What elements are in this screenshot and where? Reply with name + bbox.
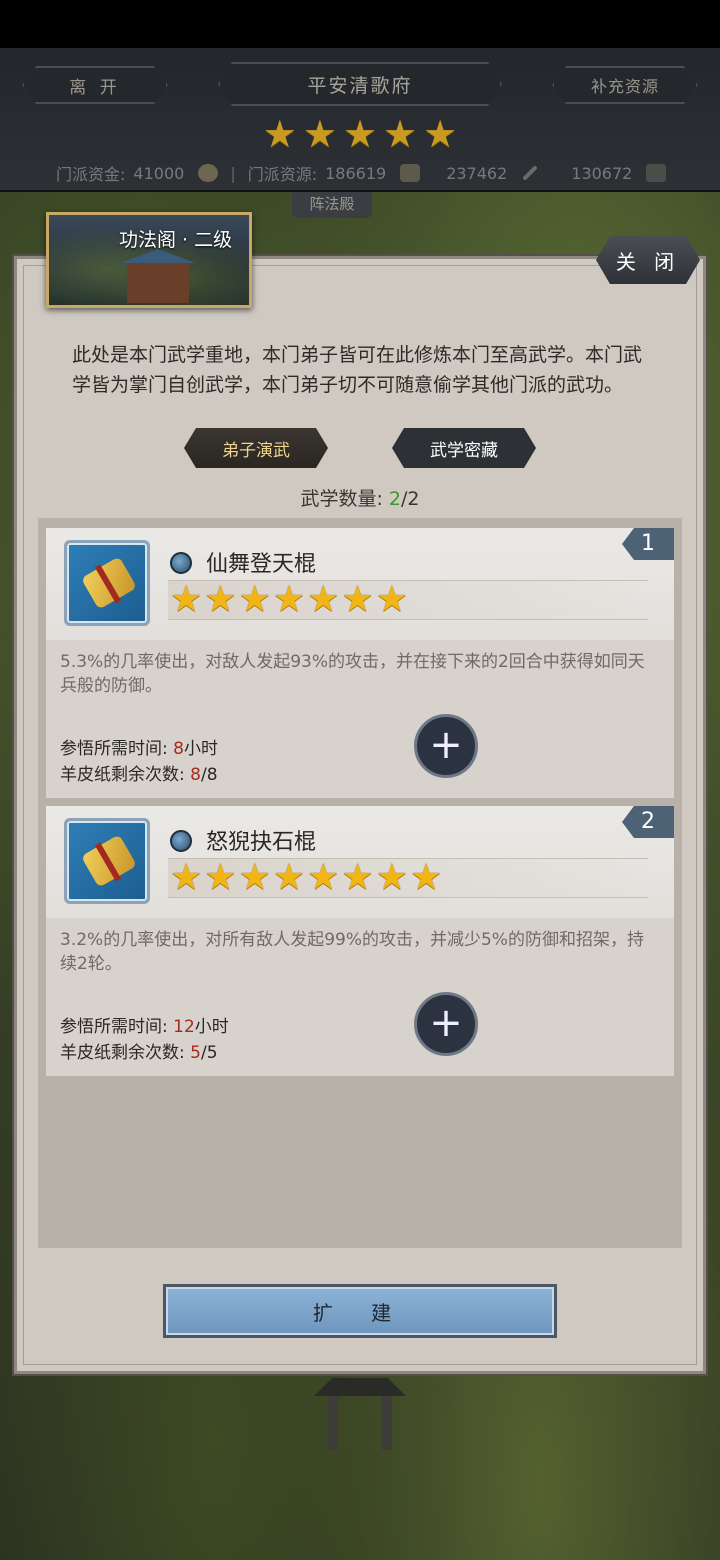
parchment-remaining: 羊皮纸剩余次数: 8/8 xyxy=(60,760,218,785)
status-bar xyxy=(0,0,720,48)
time-label: 参悟所需时间: xyxy=(60,739,168,759)
star-icon: ★ xyxy=(307,857,340,898)
time-value: 12 xyxy=(173,1017,195,1037)
skill-count-current: 2 xyxy=(388,488,402,510)
sect-gate[interactable] xyxy=(314,1378,406,1450)
star-icon: ★ xyxy=(204,857,237,898)
pavilion-title: 功法阁 · 二级 xyxy=(119,229,233,251)
tab-disciple-practice[interactable]: 弟子演武 xyxy=(184,428,328,468)
parchment-current: 8 xyxy=(190,765,201,785)
skill-description: 5.3%的几率使出，对敌人发起93%的攻击，并在接下来的2回合中获得如同天兵般的… xyxy=(60,652,645,696)
skill-count: 武学数量: 2/2 xyxy=(0,484,720,511)
leave-button[interactable]: 离 开 xyxy=(22,66,168,104)
parchment-total: /8 xyxy=(200,765,218,785)
star-icon: ★ xyxy=(341,857,374,898)
parchment-remaining: 羊皮纸剩余次数: 5/5 xyxy=(60,1038,218,1063)
chest-icon xyxy=(646,164,667,182)
funds-value: 41000 xyxy=(133,163,185,183)
top-header: 离 开 平安清歌府 补充资源 ★ ★ ★ ★ ★ 门派资金: 41000 | 门派资源:… xyxy=(0,48,720,192)
star-icon: ★ xyxy=(423,112,458,156)
star-icon: ★ xyxy=(238,579,271,620)
resource-value: 186619 xyxy=(325,163,387,183)
resource3-value: 130672 xyxy=(571,163,633,183)
time-unit: 小时 xyxy=(183,739,218,759)
gate-pillar xyxy=(382,1396,392,1450)
star-icon: ★ xyxy=(375,857,408,898)
skill-description: 3.2%的几率使出，对所有敌人发起99%的攻击，并减少5%的防御和招架，持续2轮… xyxy=(60,930,644,974)
star-icon: ★ xyxy=(238,857,271,898)
time-unit: 小时 xyxy=(194,1017,229,1037)
funds-label: 门派资金: xyxy=(56,165,126,184)
star-icon: ★ xyxy=(341,579,374,620)
star-icon: ★ xyxy=(307,579,340,620)
behind-building-tag: 阵法殿 xyxy=(292,192,372,218)
star-icon: ★ xyxy=(262,112,297,156)
sword-icon xyxy=(522,165,539,181)
resource-bar: 门派资金: 41000 | 门派资源: 186619 237462 130672 xyxy=(56,160,667,186)
star-icon: ★ xyxy=(302,112,337,156)
skill-card: 仙舞登天棍 ★ ★ ★ ★ ★ ★ ★ 1 5.3%的几率使出，对敌人发起93%的攻击，并在… xyxy=(46,528,674,798)
skill-card: 怒猊抉石棍 ★ ★ ★ ★ ★ ★ ★ ★ 2 3.2%的几率使出，对所有敌人发起99%的攻击… xyxy=(46,806,674,1076)
scroll-icon[interactable] xyxy=(64,818,150,904)
resource2-value: 237462 xyxy=(446,163,508,183)
close-button[interactable]: 关 闭 xyxy=(596,236,700,284)
comprehension-time: 参悟所需时间: 8小时 xyxy=(60,734,218,759)
skill-count-total: /2 xyxy=(401,488,420,510)
parchment-total: /5 xyxy=(200,1043,218,1063)
skill-stars: ★ ★ ★ ★ ★ ★ ★ xyxy=(168,580,648,620)
comprehension-time: 参悟所需时间: 12小时 xyxy=(60,1012,229,1037)
star-icon: ★ xyxy=(170,857,203,898)
staff-type-icon xyxy=(170,552,192,574)
scroll-icon[interactable] xyxy=(64,540,150,626)
expand-button[interactable]: 扩 建 xyxy=(163,1284,557,1338)
pavilion-image: 功法阁 · 二级 xyxy=(46,212,252,308)
divider: | xyxy=(230,163,236,183)
parchment-label: 羊皮纸剩余次数: xyxy=(60,1043,185,1063)
star-icon: ★ xyxy=(272,857,306,898)
sect-rating-stars: ★ ★ ★ ★ ★ xyxy=(0,114,720,154)
coin-icon xyxy=(198,164,219,182)
tab-martial-secrets[interactable]: 武学密藏 xyxy=(392,428,536,468)
star-icon: ★ xyxy=(383,112,418,156)
star-icon: ★ xyxy=(375,579,408,620)
resource-label: 门派资源: xyxy=(247,165,318,184)
bag-icon xyxy=(400,164,421,182)
star-icon: ★ xyxy=(204,579,237,620)
parchment-label: 羊皮纸剩余次数: xyxy=(60,765,185,785)
supply-resources-button[interactable]: 补充资源 xyxy=(552,66,698,104)
staff-type-icon xyxy=(170,830,192,852)
time-value: 8 xyxy=(173,739,184,759)
star-icon: ★ xyxy=(272,579,306,620)
star-icon: ★ xyxy=(342,112,378,156)
sect-name-plate: 平安清歌府 xyxy=(218,62,502,106)
skill-count-label: 武学数量: xyxy=(300,488,383,510)
building-shape xyxy=(127,263,189,303)
pavilion-description: 此处是本门武学重地，本门弟子皆可在此修炼本门至高武学。本门武学皆为掌门自创武学，… xyxy=(72,344,643,396)
star-icon: ★ xyxy=(170,579,203,620)
gate-roof xyxy=(314,1378,406,1396)
skill-name: 怒猊抉石棍 xyxy=(206,830,317,855)
parchment-current: 5 xyxy=(190,1043,201,1063)
star-icon: ★ xyxy=(409,857,443,898)
time-label: 参悟所需时间: xyxy=(60,1017,168,1037)
skill-stars: ★ ★ ★ ★ ★ ★ ★ ★ xyxy=(168,858,648,898)
add-button[interactable]: + xyxy=(414,992,478,1056)
gate-pillar xyxy=(328,1396,338,1450)
skill-name: 仙舞登天棍 xyxy=(206,552,317,577)
add-button[interactable]: + xyxy=(414,714,478,778)
